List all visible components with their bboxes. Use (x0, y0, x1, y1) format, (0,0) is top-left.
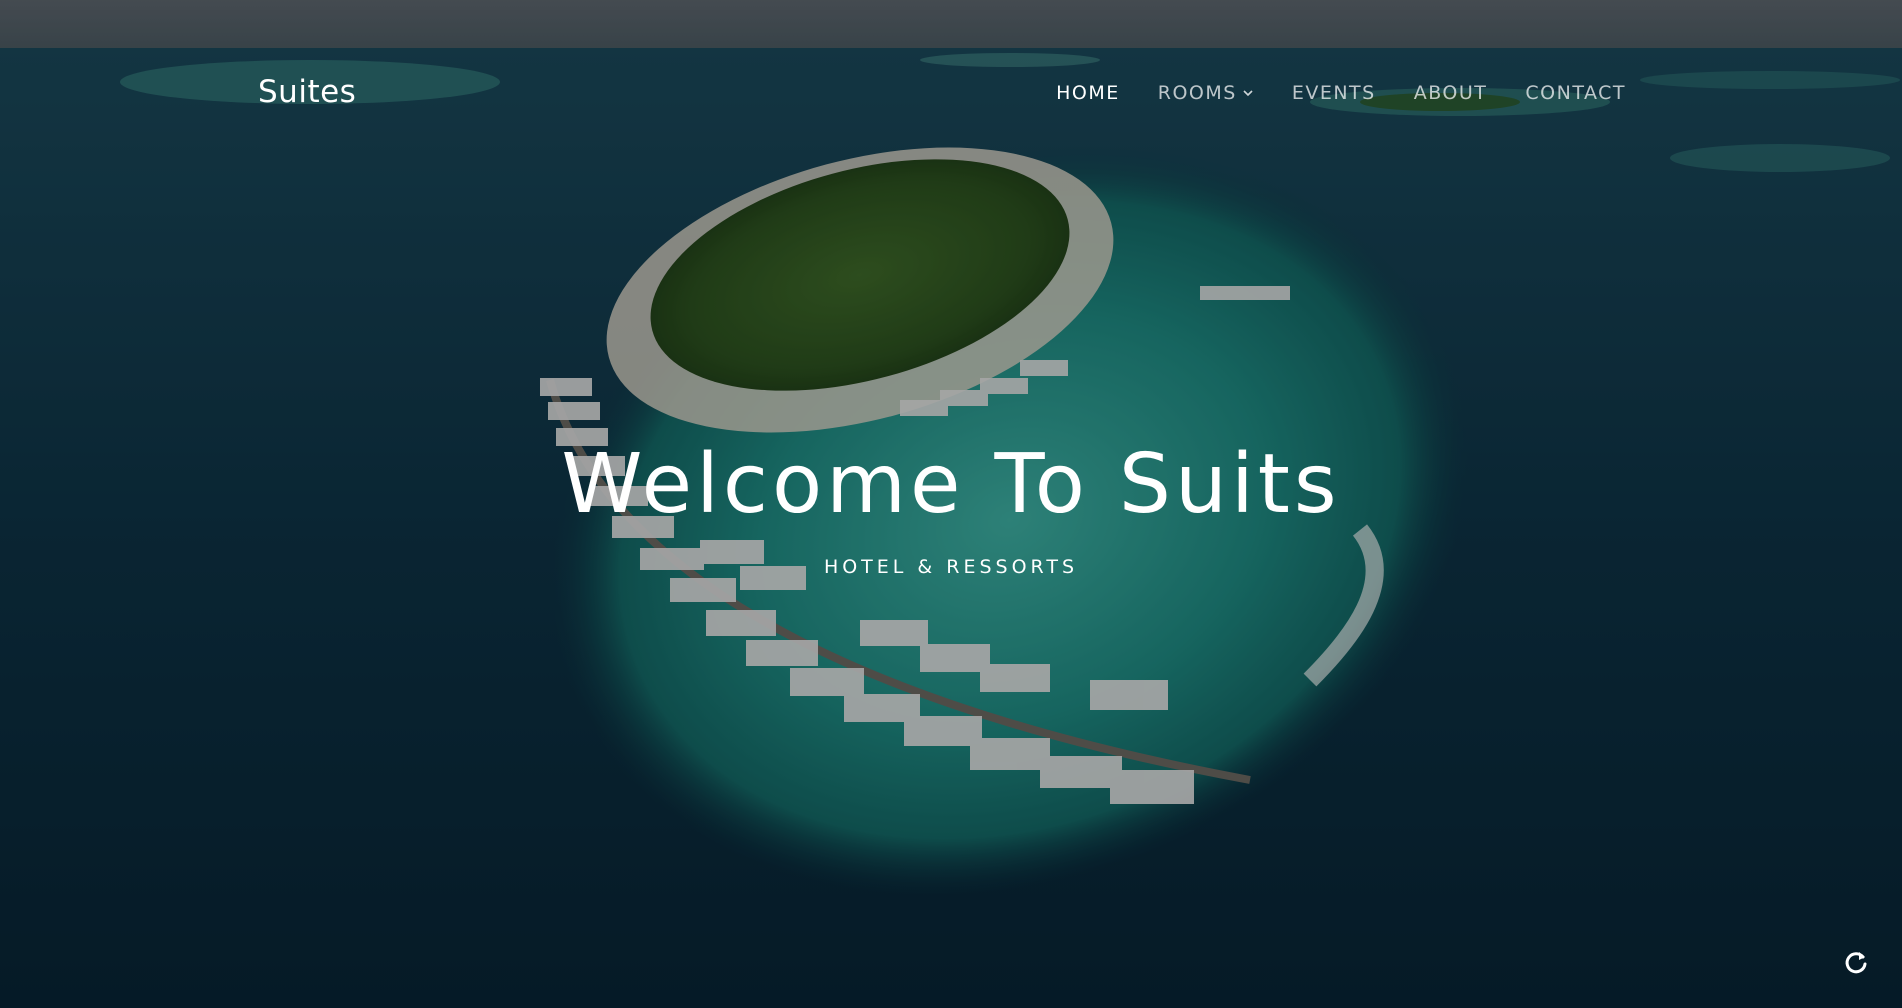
nav-item-label: ABOUT (1413, 82, 1488, 104)
nav-item-about[interactable]: ABOUT (1414, 82, 1488, 104)
hero-subtitle: HOTEL & RESSORTS (823, 556, 1079, 579)
nav-item-events[interactable]: EVENTS (1292, 82, 1376, 104)
nav-item-label: CONTACT (1525, 82, 1626, 104)
nav-item-rooms[interactable]: ROOMS (1158, 82, 1254, 104)
nav-menu: HOME ROOMS EVENTS ABOUT CONTACT (1056, 82, 1626, 104)
hero-content: Welcome To Suits HOTEL & RESSORTS (0, 437, 1902, 579)
refresh-icon[interactable] (1842, 948, 1870, 976)
hero-section: Suites HOME ROOMS EVENTS ABOUT CONTACT W… (0, 0, 1902, 1008)
hero-title: Welcome To Suits (561, 437, 1341, 532)
brand-logo-link[interactable]: Suites (258, 74, 356, 110)
nav-item-contact[interactable]: CONTACT (1525, 82, 1626, 104)
nav-item-label: EVENTS (1291, 82, 1376, 104)
nav-item-home[interactable]: HOME (1056, 82, 1120, 104)
nav-item-label: HOME (1056, 82, 1120, 104)
chevron-down-icon (1243, 90, 1253, 97)
nav-item-label: ROOMS (1157, 82, 1237, 104)
navbar: Suites HOME ROOMS EVENTS ABOUT CONTACT (0, 0, 1902, 188)
